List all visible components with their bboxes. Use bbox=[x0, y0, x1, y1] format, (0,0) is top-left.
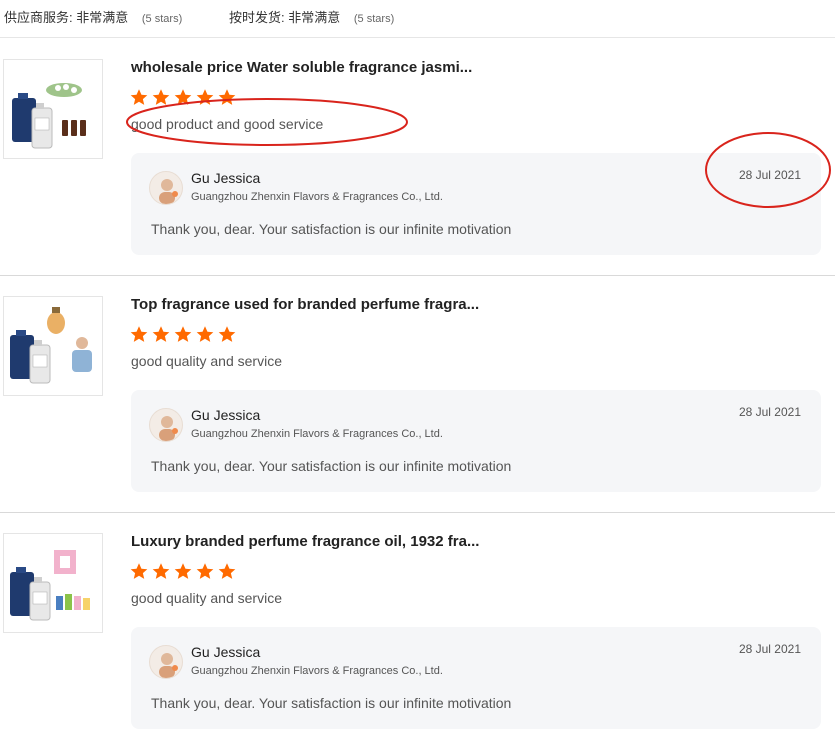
product-title[interactable]: Top fragrance used for branded perfume f… bbox=[131, 296, 479, 313]
review-item: Luxury branded perfume fragrance oil, 19… bbox=[0, 513, 835, 744]
star-rating bbox=[129, 562, 237, 581]
supplier-service-rating: 供应商服务: 非常满意 (5 stars) bbox=[4, 7, 182, 26]
star-icon bbox=[196, 326, 214, 342]
supplier-service-value: 非常满意 bbox=[76, 10, 129, 25]
star-icon bbox=[218, 563, 236, 579]
review-comment: good product and good service bbox=[131, 116, 324, 132]
star-icon bbox=[196, 89, 214, 105]
supplier-service-label: 供应商服务: bbox=[4, 10, 73, 25]
star-icon bbox=[218, 326, 236, 342]
star-rating bbox=[129, 325, 237, 344]
avatar bbox=[149, 645, 183, 679]
on-time-stars: (5 stars) bbox=[353, 13, 395, 25]
reply-text: Thank you, dear. Your satisfaction is ou… bbox=[151, 695, 512, 711]
star-icon bbox=[218, 89, 236, 105]
review-comment: good quality and service bbox=[131, 590, 282, 606]
star-icon bbox=[152, 89, 170, 105]
product-thumbnail[interactable] bbox=[3, 59, 103, 159]
supplier-reply: Gu Jessica Guangzhou Zhenxin Flavors & F… bbox=[131, 627, 821, 729]
replier-name: Gu Jessica bbox=[191, 170, 261, 186]
product-thumbnail[interactable] bbox=[3, 533, 103, 633]
review-comment: good quality and service bbox=[131, 353, 282, 369]
star-icon bbox=[130, 326, 148, 342]
on-time-value: 非常满意 bbox=[288, 10, 341, 25]
product-title[interactable]: Luxury branded perfume fragrance oil, 19… bbox=[131, 533, 479, 550]
on-time-label: 按时发货: bbox=[229, 10, 285, 25]
replier-name: Gu Jessica bbox=[191, 407, 261, 423]
rating-summary: 供应商服务: 非常满意 (5 stars) 按时发货: 非常满意 (5 star… bbox=[0, 0, 835, 38]
reply-text: Thank you, dear. Your satisfaction is ou… bbox=[151, 458, 512, 474]
star-icon bbox=[174, 89, 192, 105]
star-rating bbox=[129, 88, 237, 107]
reply-text: Thank you, dear. Your satisfaction is ou… bbox=[151, 221, 512, 237]
star-icon bbox=[152, 563, 170, 579]
supplier-reply: Gu Jessica Guangzhou Zhenxin Flavors & F… bbox=[131, 390, 821, 492]
star-icon bbox=[130, 89, 148, 105]
avatar bbox=[149, 408, 183, 442]
star-icon bbox=[174, 326, 192, 342]
reply-date: 28 Jul 2021 bbox=[738, 168, 801, 182]
star-icon bbox=[174, 563, 192, 579]
supplier-reply: Gu Jessica Guangzhou Zhenxin Flavors & F… bbox=[131, 153, 821, 255]
reply-date: 28 Jul 2021 bbox=[738, 405, 801, 419]
on-time-delivery-rating: 按时发货: 非常满意 (5 stars) bbox=[229, 7, 394, 26]
reply-date: 28 Jul 2021 bbox=[738, 642, 801, 656]
avatar bbox=[149, 171, 183, 205]
product-title[interactable]: wholesale price Water soluble fragrance … bbox=[131, 59, 472, 76]
supplier-service-stars: (5 stars) bbox=[141, 13, 183, 25]
product-thumbnail[interactable] bbox=[3, 296, 103, 396]
review-item: Top fragrance used for branded perfume f… bbox=[0, 276, 835, 513]
replier-company: Guangzhou Zhenxin Flavors & Fragrances C… bbox=[191, 428, 443, 440]
star-icon bbox=[196, 563, 214, 579]
review-item: wholesale price Water soluble fragrance … bbox=[0, 38, 835, 276]
replier-name: Gu Jessica bbox=[191, 644, 261, 660]
star-icon bbox=[152, 326, 170, 342]
star-icon bbox=[130, 563, 148, 579]
replier-company: Guangzhou Zhenxin Flavors & Fragrances C… bbox=[191, 665, 443, 677]
replier-company: Guangzhou Zhenxin Flavors & Fragrances C… bbox=[191, 191, 443, 203]
